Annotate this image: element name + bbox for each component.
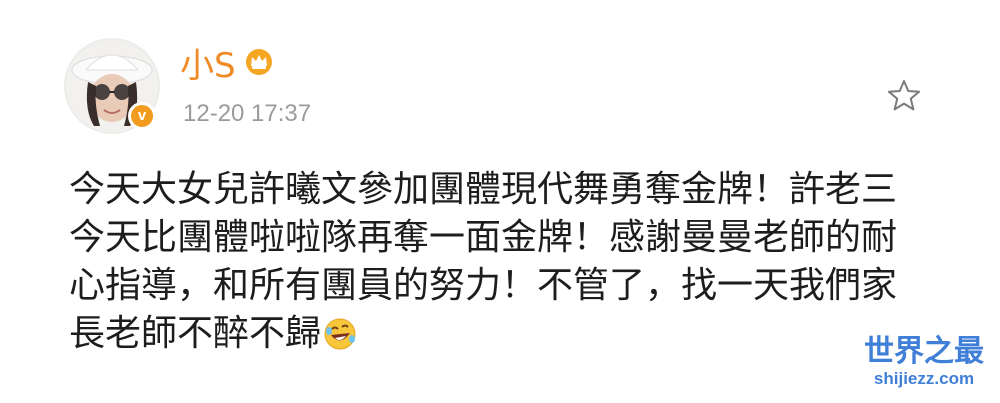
post-text-line: 長老師不醉不歸 xyxy=(69,313,322,354)
verified-badge-icon: v xyxy=(128,102,156,130)
avatar-container[interactable]: v xyxy=(64,38,160,134)
watermark-title: 世界之最 xyxy=(864,334,984,369)
star-icon[interactable] xyxy=(886,78,922,114)
post-body: 今天大女兒許曦文參加團體現代舞勇奪金牌！許老三 今天比團體啦啦隊再奪一面金牌！感… xyxy=(69,166,969,358)
crown-member-icon[interactable] xyxy=(244,47,274,77)
post-text-line: 心指導，和所有團員的努力！不管了，找一天我們家 xyxy=(69,265,898,306)
post-text-line: 今天大女兒許曦文參加團體現代舞勇奪金牌！許老三 xyxy=(69,169,898,210)
post-timestamp[interactable]: 12-20 17:37 xyxy=(183,100,311,128)
author-name[interactable]: 小S xyxy=(180,38,236,87)
site-watermark: 世界之最 shijiezz.com xyxy=(862,335,986,389)
rolling-laughing-emoji-icon xyxy=(323,316,357,350)
post-text-line: 今天比團體啦啦隊再奪一面金牌！感謝曼曼老師的耐 xyxy=(69,217,898,258)
post-text-line-last: 長老師不醉不歸 xyxy=(69,310,969,358)
watermark-url: shijiezz.com xyxy=(873,369,975,388)
author-row: 小S xyxy=(180,38,274,87)
